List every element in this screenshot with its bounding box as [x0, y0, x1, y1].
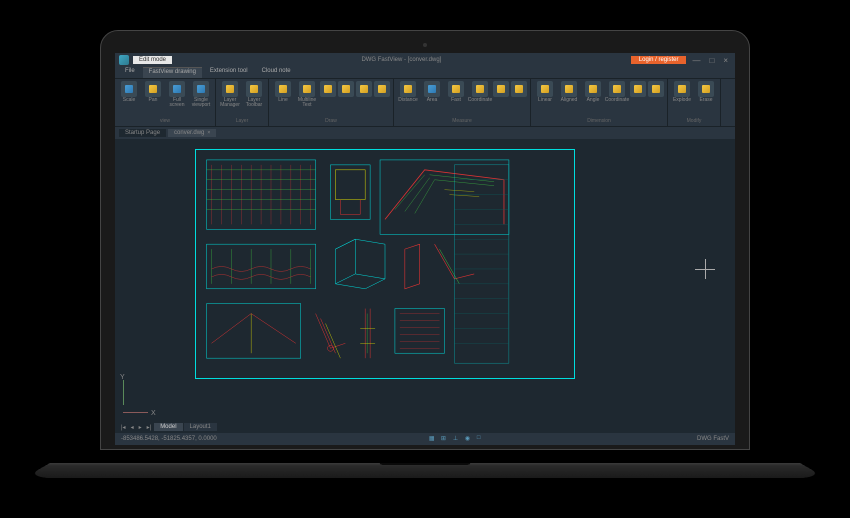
layout-tab-model[interactable]: Model: [154, 423, 182, 431]
maximize-icon[interactable]: □: [706, 56, 717, 65]
axis-x-label: X: [151, 410, 156, 417]
window-title: DWG FastView - [conver.dwg]: [361, 57, 441, 63]
laptop-frame: Edit mode DWG FastView - [conver.dwg] Lo…: [100, 30, 750, 470]
tab-conver-dwg[interactable]: conver.dwg×: [168, 129, 216, 137]
status-app-name: DWG FastV: [697, 436, 729, 442]
camera-dot: [423, 43, 427, 47]
nav-prev-icon[interactable]: ◂: [129, 424, 136, 431]
tab-startup[interactable]: Startup Page: [119, 129, 166, 137]
tool-layer-manager[interactable]: Layer Manager: [219, 81, 241, 117]
laptop-base: [23, 463, 826, 478]
menu-cloud[interactable]: Cloud note: [256, 67, 297, 78]
tool-measure-2[interactable]: [511, 81, 527, 117]
tool-multiline-text[interactable]: Multiline Text: [296, 81, 318, 117]
layout-tab-layout1[interactable]: Layout1: [184, 423, 217, 431]
edit-mode-badge[interactable]: Edit mode: [133, 56, 172, 64]
nav-last-icon[interactable]: ▸|: [145, 424, 154, 431]
ortho-icon[interactable]: ⊥: [453, 435, 461, 443]
nav-first-icon[interactable]: |◂: [119, 424, 128, 431]
titlebar: Edit mode DWG FastView - [conver.dwg] Lo…: [115, 53, 735, 67]
tool-scale[interactable]: Scale: [118, 81, 140, 117]
tool-draw-2[interactable]: [338, 81, 354, 117]
tool-aligned[interactable]: Aligned: [558, 81, 580, 117]
tool-draw-3[interactable]: [356, 81, 372, 117]
menu-fastview[interactable]: FastView drawing: [143, 67, 202, 78]
drawing-content: [195, 149, 575, 379]
drawing-canvas[interactable]: Y X: [115, 139, 735, 421]
group-label-view: view: [118, 117, 212, 124]
status-toggles: ▦ ⊞ ⊥ ◉ □: [429, 435, 485, 443]
ribbon-group-layer: Layer Manager Layer Toolbar Layer: [216, 79, 269, 126]
group-label-draw: Draw: [272, 117, 390, 124]
osnap-icon[interactable]: □: [477, 435, 485, 443]
ribbon: Scale Pan Full screen Single viewport vi…: [115, 79, 735, 127]
close-icon[interactable]: ×: [720, 56, 731, 65]
menu-extension[interactable]: Extension tool: [204, 67, 254, 78]
document-tabs: Startup Page conver.dwg×: [115, 127, 735, 139]
polar-icon[interactable]: ◉: [465, 435, 473, 443]
tool-distance[interactable]: Distance: [397, 81, 419, 117]
status-coordinates: -853486.5428, -51825.4357, 0.0000: [121, 436, 217, 442]
ribbon-group-view: Scale Pan Full screen Single viewport vi…: [115, 79, 216, 126]
tool-fast[interactable]: Fast: [445, 81, 467, 117]
ribbon-group-measure: Distance Area Fast Coordinate Measure: [394, 79, 531, 126]
tool-coordinate[interactable]: Coordinate: [469, 81, 491, 117]
statusbar: -853486.5428, -51825.4357, 0.0000 ▦ ⊞ ⊥ …: [115, 433, 735, 445]
tool-explode[interactable]: Explode: [671, 81, 693, 117]
ribbon-group-dimension: Linear Aligned Angle Coordinate Dimensio…: [531, 79, 668, 126]
tool-erase[interactable]: Erase: [695, 81, 717, 117]
grid-icon[interactable]: ⊞: [441, 435, 449, 443]
group-label-measure: Measure: [397, 117, 527, 124]
ribbon-group-draw: Line Multiline Text Draw: [269, 79, 394, 126]
tool-line[interactable]: Line: [272, 81, 294, 117]
tool-single-viewport[interactable]: Single viewport: [190, 81, 212, 117]
menu-file[interactable]: File: [119, 67, 141, 78]
snap-icon[interactable]: ▦: [429, 435, 437, 443]
ribbon-group-modify: Explode Erase Modify: [668, 79, 721, 126]
tool-dim-2[interactable]: [648, 81, 664, 117]
group-label-modify: Modify: [671, 117, 717, 124]
tab-close-icon[interactable]: ×: [207, 130, 210, 136]
tool-draw-1[interactable]: [320, 81, 336, 117]
tool-dim-coordinate[interactable]: Coordinate: [606, 81, 628, 117]
tool-linear[interactable]: Linear: [534, 81, 556, 117]
tool-fullscreen[interactable]: Full screen: [166, 81, 188, 117]
tool-dim-1[interactable]: [630, 81, 646, 117]
group-label-dimension: Dimension: [534, 117, 664, 124]
login-button[interactable]: Login / register: [631, 56, 687, 64]
tool-area[interactable]: Area: [421, 81, 443, 117]
menubar: File FastView drawing Extension tool Clo…: [115, 67, 735, 79]
app-logo-icon: [119, 55, 129, 65]
tool-pan[interactable]: Pan: [142, 81, 164, 117]
nav-next-icon[interactable]: ▸: [137, 424, 144, 431]
group-label-layer: Layer: [219, 117, 265, 124]
screen-bezel: Edit mode DWG FastView - [conver.dwg] Lo…: [100, 30, 750, 450]
tool-measure-1[interactable]: [493, 81, 509, 117]
tool-angle[interactable]: Angle: [582, 81, 604, 117]
app-window: Edit mode DWG FastView - [conver.dwg] Lo…: [115, 53, 735, 445]
axis-y-label: Y: [120, 374, 125, 381]
laptop-notch: [380, 463, 471, 465]
tool-draw-4[interactable]: [374, 81, 390, 117]
tool-layer-toolbar[interactable]: Layer Toolbar: [243, 81, 265, 117]
layout-tabs: |◂ ◂ ▸ ▸| Model Layout1: [115, 421, 221, 433]
minimize-icon[interactable]: —: [689, 56, 703, 65]
